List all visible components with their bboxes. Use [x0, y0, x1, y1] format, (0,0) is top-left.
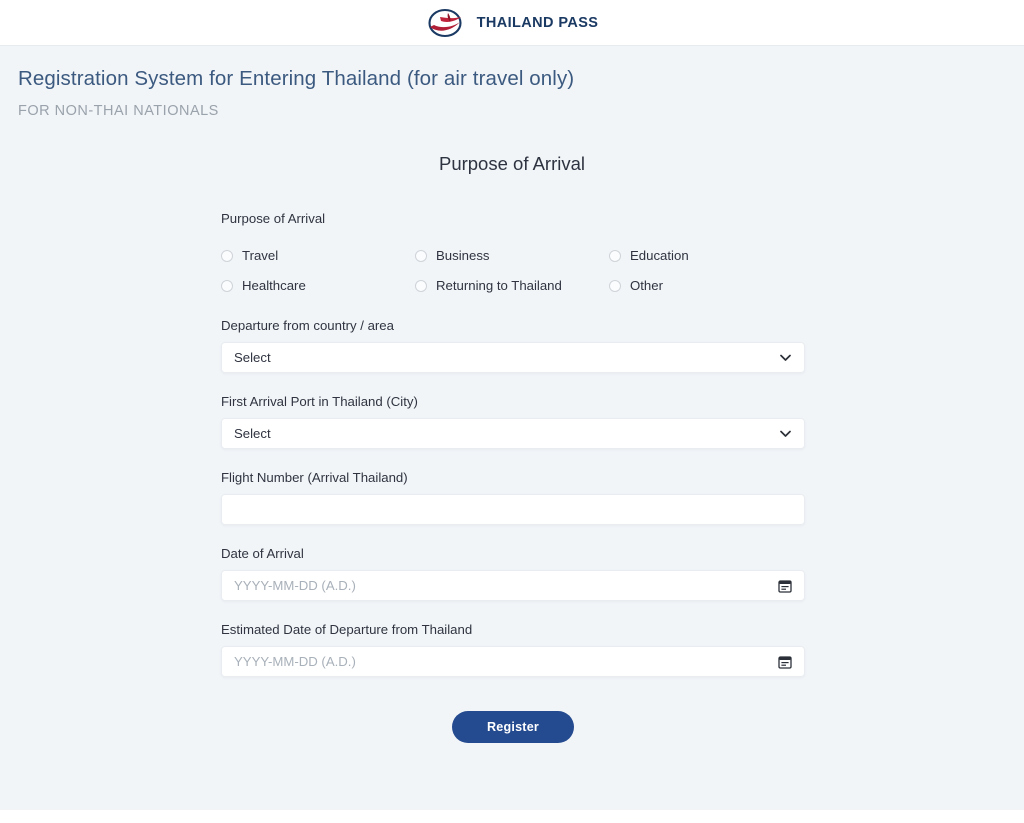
radio-option-other[interactable]: Other: [609, 279, 803, 292]
section-heading: Purpose of Arrival: [438, 153, 585, 174]
thailand-pass-globe-bird-logo-icon: [428, 8, 462, 37]
page-body: Registration System for Entering Thailan…: [0, 46, 1024, 810]
radio-label: Returning to Thailand: [436, 278, 562, 294]
thailand-pass-registration-page: THAILAND PASS Registration System for En…: [0, 0, 1024, 823]
arrival-port-label: First Arrival Port in Thailand (City): [221, 394, 418, 410]
departure-country-value: Select: [234, 350, 271, 366]
radio-option-education[interactable]: Education: [609, 249, 803, 262]
date-of-departure-placeholder: YYYY-MM-DD (A.D.): [234, 654, 356, 670]
date-of-departure-label: Estimated Date of Departure from Thailan…: [221, 622, 473, 638]
radio-label: Other: [630, 278, 663, 294]
register-button[interactable]: Register: [452, 711, 574, 744]
radio-label: Travel: [242, 248, 279, 263]
page-bottom-strip: [0, 810, 1024, 823]
date-of-arrival-field: Date of Arrival YYYY-MM-DD (A.D.): [221, 546, 805, 602]
arrival-port-value: Select: [234, 426, 271, 442]
calendar-icon[interactable]: [778, 579, 792, 593]
date-of-arrival-label: Date of Arrival: [221, 546, 304, 562]
radio-label: Healthcare: [242, 278, 306, 294]
page-subtitle: FOR NON-THAI NATIONALS: [18, 103, 219, 119]
radio-circle-icon: [415, 279, 427, 292]
date-of-arrival-input[interactable]: YYYY-MM-DD (A.D.): [221, 570, 805, 602]
registration-form: Purpose of Arrival Travel Business Educa…: [221, 211, 805, 744]
radio-label: Education: [630, 248, 689, 263]
brand-logo[interactable]: THAILAND PASS: [426, 8, 599, 38]
date-of-departure-input[interactable]: YYYY-MM-DD (A.D.): [221, 646, 805, 678]
purpose-of-arrival-radio-group: Travel Business Education Healthcare Ret…: [221, 249, 805, 292]
flight-number-label: Flight Number (Arrival Thailand): [221, 470, 408, 486]
date-of-departure-field: Estimated Date of Departure from Thailan…: [221, 622, 805, 678]
departure-country-field: Departure from country / area Select: [221, 318, 805, 374]
arrival-port-field: First Arrival Port in Thailand (City) Se…: [221, 394, 805, 450]
flight-number-input[interactable]: [221, 494, 805, 526]
departure-country-select[interactable]: Select: [221, 342, 805, 374]
radio-option-healthcare[interactable]: Healthcare: [221, 279, 415, 292]
radio-circle-icon: [221, 249, 233, 262]
page-title: Registration System for Entering Thailan…: [18, 67, 575, 90]
radio-option-returning-to-thailand[interactable]: Returning to Thailand: [415, 279, 609, 292]
radio-option-travel[interactable]: Travel: [221, 249, 415, 262]
chevron-down-icon: [780, 354, 791, 361]
brand-name: THAILAND PASS: [476, 14, 599, 31]
radio-circle-icon: [415, 249, 427, 262]
purpose-of-arrival-label: Purpose of Arrival: [221, 211, 326, 226]
radio-label: Business: [436, 248, 490, 263]
radio-option-business[interactable]: Business: [415, 249, 609, 262]
radio-circle-icon: [609, 249, 621, 262]
date-of-arrival-placeholder: YYYY-MM-DD (A.D.): [234, 578, 356, 594]
radio-circle-icon: [221, 279, 233, 292]
site-header: THAILAND PASS: [0, 0, 1024, 46]
radio-circle-icon: [609, 279, 621, 292]
flight-number-field: Flight Number (Arrival Thailand): [221, 470, 805, 526]
calendar-icon[interactable]: [778, 655, 792, 669]
departure-country-label: Departure from country / area: [221, 318, 394, 334]
submit-row: Register: [221, 711, 805, 744]
arrival-port-select[interactable]: Select: [221, 418, 805, 450]
chevron-down-icon: [780, 430, 791, 437]
